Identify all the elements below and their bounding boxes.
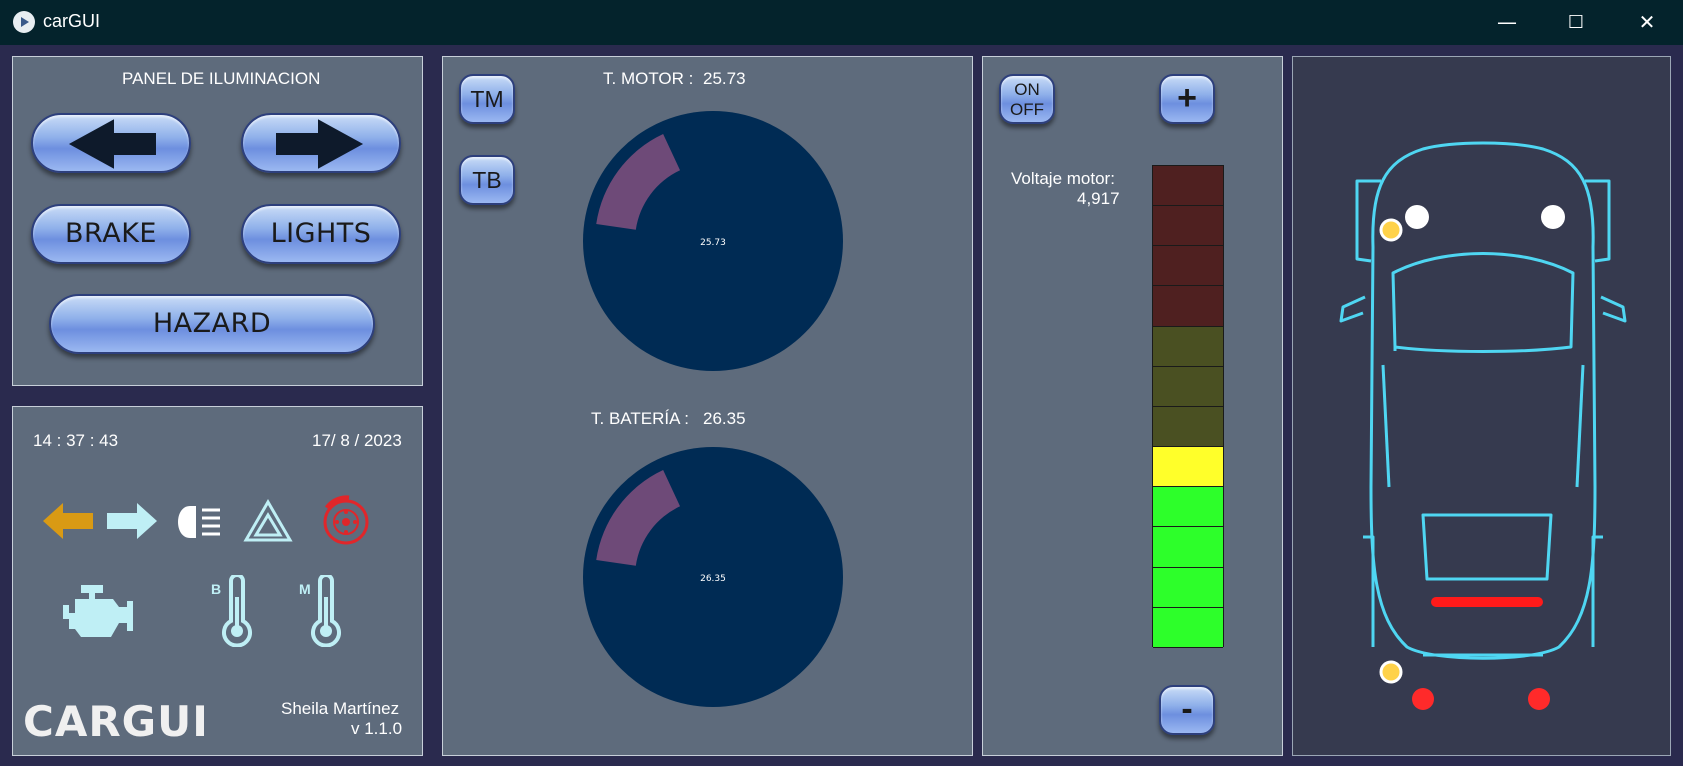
- battery-temp-gauge-value: 26.35: [700, 574, 726, 584]
- battery-temp-label: T. BATERÍA :: [591, 409, 689, 428]
- turn-right-icon: [107, 503, 157, 539]
- author-name: Sheila Martínez: [281, 699, 400, 718]
- status-panel: 14 : 37 : 43 17/ 8 / 2023 B M CARGUI She…: [12, 406, 423, 756]
- brake-button-label: BRAKE: [65, 218, 157, 249]
- motor-temp-label: T. MOTOR :: [603, 69, 694, 88]
- voltage-level-segment: [1153, 487, 1223, 528]
- clock-date: 17/ 8 / 2023: [312, 431, 402, 450]
- headlight-icon: [178, 506, 220, 538]
- close-button[interactable]: ✕: [1612, 0, 1682, 45]
- arrow-right-icon: [276, 119, 364, 169]
- voltage-level-segment: [1153, 366, 1223, 407]
- right-turn-button[interactable]: [241, 113, 401, 173]
- motor-temp-icon: [311, 575, 341, 647]
- motor-temp-value: 25.73: [703, 69, 746, 88]
- voltage-level-segment: [1153, 607, 1223, 648]
- voltage-level-segment: [1153, 166, 1223, 207]
- app-icon: [13, 11, 35, 33]
- left-turn-button[interactable]: [31, 113, 191, 173]
- window-title: carGUI: [43, 11, 101, 31]
- lights-button-label: LIGHTS: [270, 218, 372, 249]
- motor-temp-gauge-value: 25.73: [700, 238, 726, 248]
- engine-icon: [63, 585, 133, 637]
- on-off-button[interactable]: ON OFF: [999, 74, 1055, 124]
- turn-left-icon: [43, 503, 93, 539]
- lighting-panel-title: PANEL DE ILUMINACION: [122, 69, 321, 88]
- voltage-label: Voltaje motor:: [1011, 169, 1115, 188]
- voltage-level-segment: [1153, 447, 1223, 488]
- battery-temp-value: 26.35: [703, 409, 746, 428]
- lights-button[interactable]: LIGHTS: [241, 204, 401, 264]
- voltage-level-segment: [1153, 326, 1223, 367]
- voltage-level-segment: [1153, 406, 1223, 448]
- voltage-level-segment: [1153, 567, 1223, 608]
- voltage-level-segment: [1153, 286, 1223, 327]
- app-logo: CARGUI: [23, 697, 209, 746]
- off-label: OFF: [1010, 100, 1044, 119]
- voltage-level-bar: [1152, 165, 1224, 648]
- temperature-panel: TM TB T. MOTOR : 25.73 25.73 T. BATERÍA …: [442, 56, 973, 756]
- voltage-level-segment: [1153, 527, 1223, 568]
- voltage-plus-button[interactable]: +: [1159, 74, 1215, 124]
- battery-temp-gauge: 26.35: [583, 447, 843, 707]
- version-label: v 1.1.0: [351, 719, 403, 738]
- hazard-button-label: HAZARD: [152, 308, 272, 339]
- voltage-panel: ON OFF + Voltaje motor: 4,917 -: [982, 56, 1283, 756]
- minimize-button[interactable]: —: [1472, 0, 1542, 45]
- motor-temp-gauge: 25.73: [583, 111, 843, 371]
- battery-temp-icon: [222, 575, 252, 647]
- hazard-button[interactable]: HAZARD: [49, 294, 375, 354]
- on-label: ON: [1014, 80, 1040, 99]
- brake-disc-icon: [323, 495, 369, 545]
- voltage-value: 4,917: [1077, 189, 1120, 208]
- voltage-level-segment: [1153, 246, 1223, 287]
- lighting-panel: PANEL DE ILUMINACION BRAKE LIGHTS HAZARD: [12, 56, 423, 386]
- hazard-icon: [243, 499, 293, 542]
- car-topview-icon: [1339, 141, 1627, 710]
- voltage-level-segment: [1153, 206, 1223, 247]
- car-panel: [1292, 56, 1671, 756]
- tm-button[interactable]: TM: [459, 74, 515, 124]
- voltage-minus-button[interactable]: -: [1159, 685, 1215, 735]
- tb-button[interactable]: TB: [459, 155, 515, 205]
- clock-time: 14 : 37 : 43: [33, 431, 119, 450]
- arrow-left-icon: [68, 119, 156, 169]
- brake-button[interactable]: BRAKE: [31, 204, 191, 264]
- maximize-button[interactable]: ☐: [1541, 0, 1611, 45]
- title-bar: carGUI — ☐ ✕: [0, 0, 1683, 45]
